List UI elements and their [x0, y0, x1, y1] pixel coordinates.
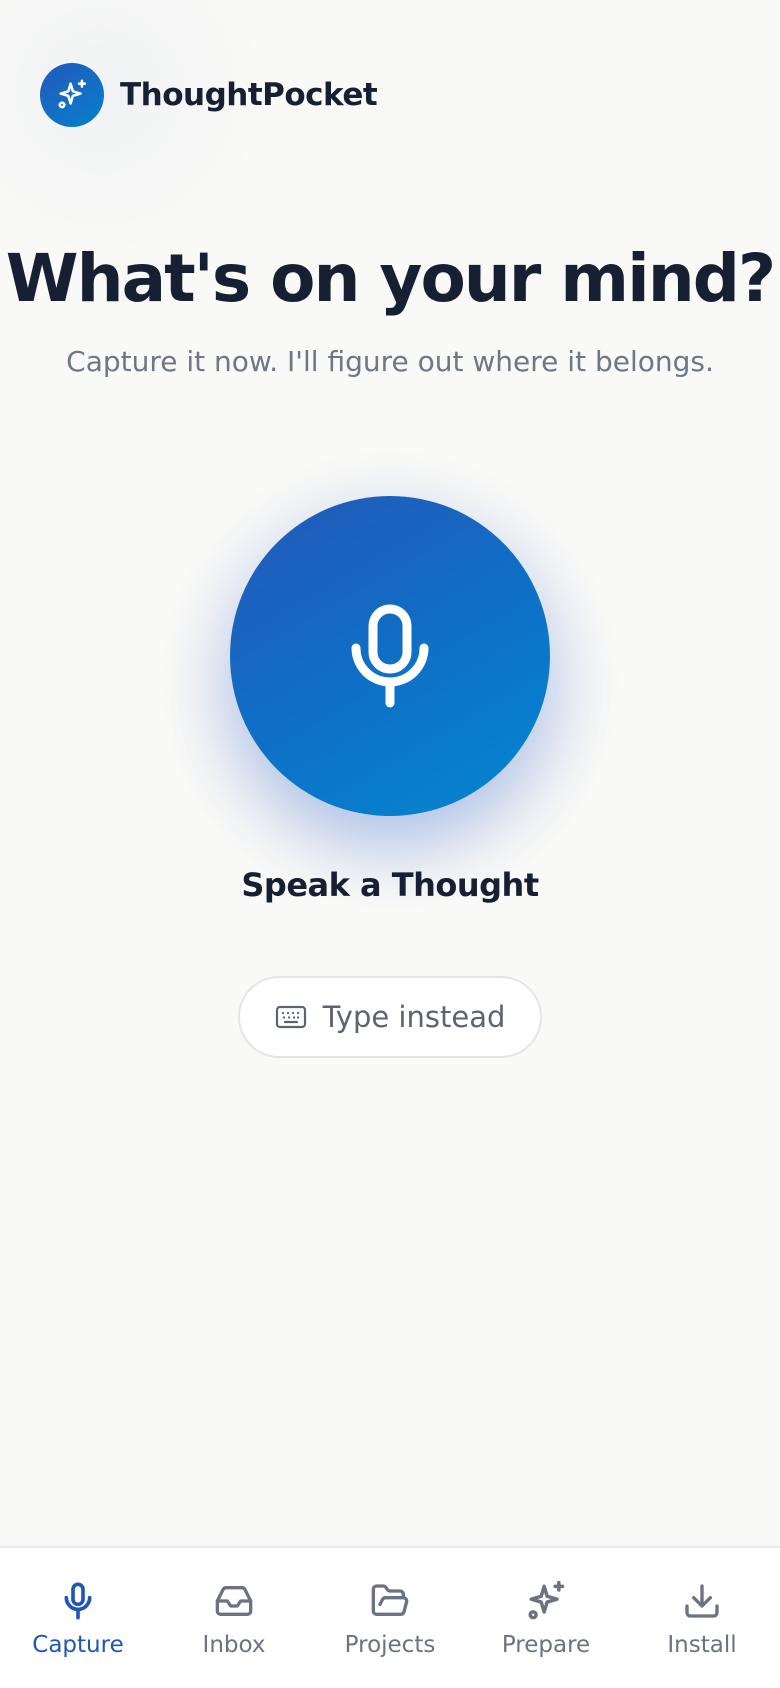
download-icon	[685, 1584, 719, 1618]
page-subtitle: Capture it now. I'll figure out where it…	[66, 345, 714, 378]
sparkles-icon	[528, 1580, 565, 1620]
app-name: ThoughtPocket	[120, 77, 378, 113]
nav-label-prepare: Prepare	[501, 1632, 591, 1658]
type-instead-label: Type instead	[322, 1000, 506, 1034]
app-header: ThoughtPocket	[40, 63, 378, 127]
nav-icon-wrap	[523, 1578, 569, 1624]
nav-icon-wrap	[367, 1578, 413, 1624]
nav-item-inbox[interactable]: Inbox	[156, 1548, 312, 1688]
nav-label-projects: Projects	[344, 1632, 436, 1658]
page-headline: What's on your mind?	[5, 240, 776, 317]
record-thought-button[interactable]	[230, 496, 550, 816]
nav-item-install[interactable]: Install	[624, 1548, 780, 1688]
keyboard-icon	[275, 1005, 306, 1029]
sparkles-icon	[58, 79, 87, 109]
nav-label-capture: Capture	[32, 1632, 124, 1658]
nav-icon-wrap	[55, 1578, 101, 1624]
inbox-icon	[215, 1586, 253, 1616]
folder-open-icon	[371, 1584, 409, 1616]
bottom-nav: Capture Inbox Projects Prepare Install	[0, 1546, 780, 1688]
nav-item-prepare[interactable]: Prepare	[468, 1548, 624, 1688]
nav-label-inbox: Inbox	[202, 1632, 266, 1658]
nav-item-projects[interactable]: Projects	[312, 1548, 468, 1688]
capture-screen: ThoughtPocket What's on your mind? Captu…	[0, 0, 780, 1688]
nav-label-install: Install	[667, 1632, 737, 1658]
nav-icon-wrap	[679, 1578, 725, 1624]
type-instead-button[interactable]: Type instead	[238, 976, 542, 1058]
nav-item-capture[interactable]: Capture	[0, 1548, 156, 1688]
nav-icon-wrap	[211, 1578, 257, 1624]
microphone-icon	[64, 1582, 92, 1620]
background-glow	[0, 0, 280, 270]
speak-thought-label: Speak a Thought	[241, 866, 539, 904]
app-logo	[40, 63, 104, 127]
microphone-icon	[351, 604, 429, 708]
